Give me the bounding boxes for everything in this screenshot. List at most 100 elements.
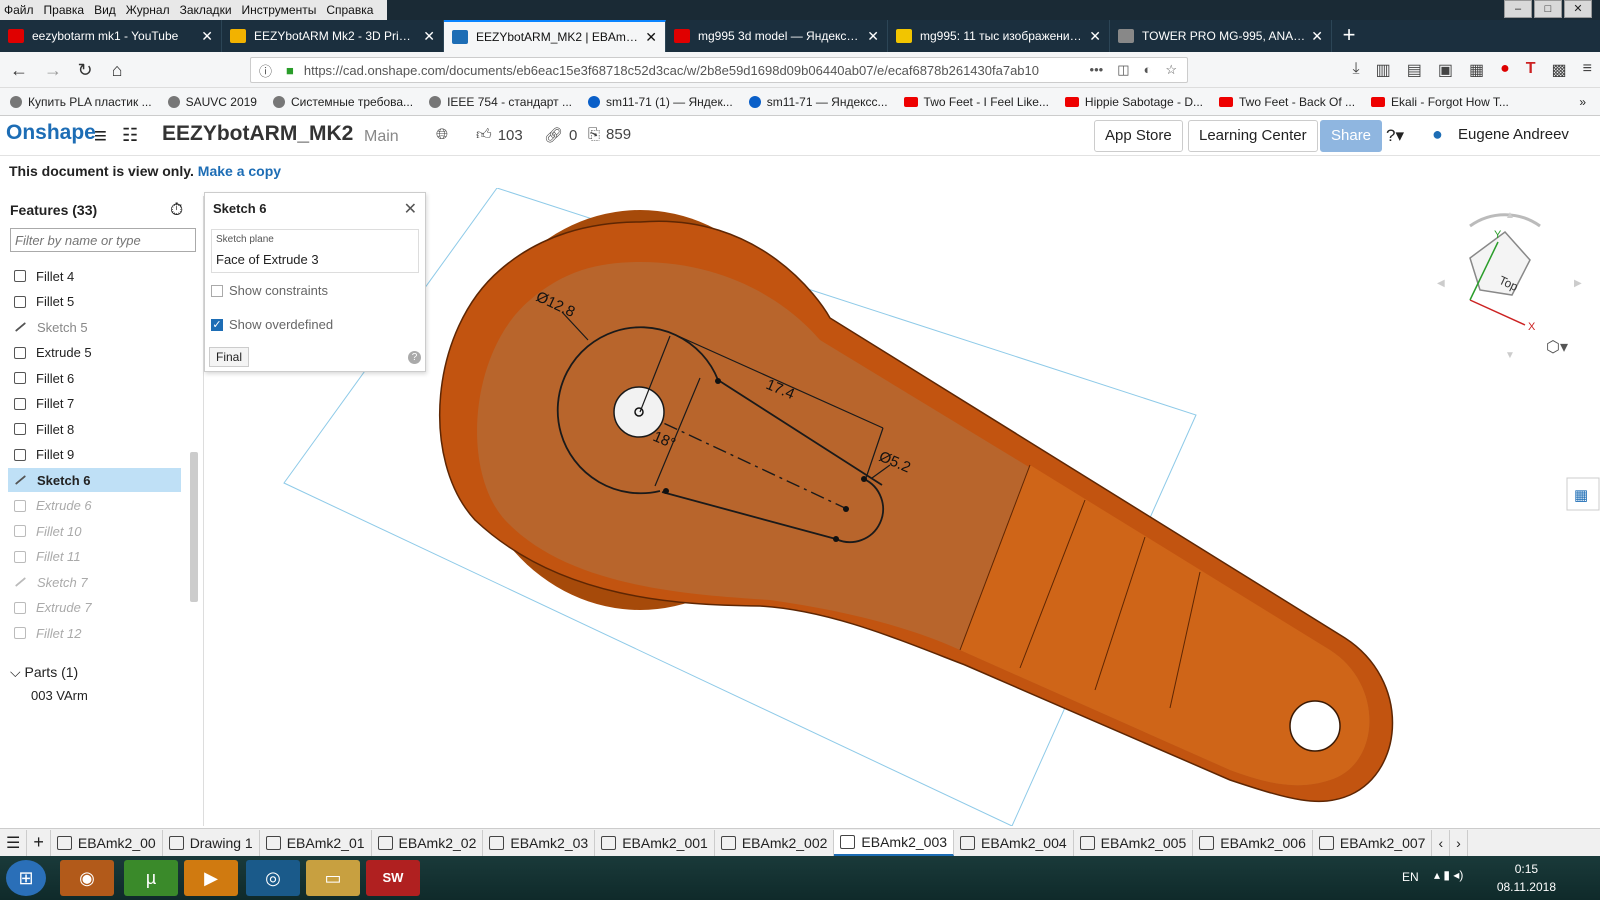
menu-item[interactable]: Журнал	[126, 3, 170, 17]
translate-icon[interactable]: T	[1526, 60, 1536, 80]
page-actions-icon[interactable]: •••	[1090, 62, 1104, 78]
solidworks-icon[interactable]: SW	[366, 860, 420, 896]
document-tab[interactable]: EBAmk2_002	[715, 829, 835, 856]
bookmark-item[interactable]: Системные требова...	[272, 95, 413, 109]
more-bookmarks-icon[interactable]: »	[1579, 95, 1586, 109]
rollback-timer-icon[interactable]: ⏱︎	[170, 200, 183, 220]
document-tab[interactable]: EBAmk2_02	[372, 829, 484, 856]
browser-tab[interactable]: eezybotarm mk1 - YouTube ✕	[0, 20, 222, 52]
close-tab-icon[interactable]: ✕	[1311, 28, 1323, 45]
copies[interactable]: ⎘ 859	[588, 126, 631, 143]
bookmark-item[interactable]: sm11-71 — Яндексс...	[748, 95, 888, 109]
document-tab[interactable]: EBAmk2_007	[1313, 829, 1433, 856]
show-constraints-option[interactable]: Show constraints	[211, 283, 328, 298]
reload-icon[interactable]: ↻	[72, 58, 98, 82]
close-tab-icon[interactable]: ✕	[423, 28, 435, 45]
arrow-up-icon[interactable]: ▲	[1505, 210, 1515, 221]
bookmark-item[interactable]: Two Feet - Back Of ...	[1219, 95, 1355, 109]
bookmark-star-icon[interactable]: ☆	[1165, 62, 1177, 78]
bookmark-item[interactable]: Hippie Sabotage - D...	[1064, 95, 1203, 109]
share-button[interactable]: Share	[1320, 120, 1383, 152]
document-name[interactable]: EEZYbotARM_MK2	[162, 122, 353, 146]
menu-item[interactable]: Файл	[4, 3, 34, 17]
close-tab-icon[interactable]: ✕	[645, 29, 657, 46]
menu-item[interactable]: Вид	[94, 3, 116, 17]
make-copy-link[interactable]: Make a copy	[198, 163, 281, 179]
feature-item[interactable]: Fillet 4	[8, 264, 181, 288]
feature-item[interactable]: Fillet 11	[8, 545, 181, 569]
help-icon[interactable]: ?	[408, 351, 421, 364]
document-tab[interactable]: Drawing 1	[163, 829, 260, 856]
feature-item[interactable]: Sketch 6	[8, 468, 181, 492]
add-tab-icon[interactable]: +	[27, 829, 51, 856]
bookmark-item[interactable]: SAUVC 2019	[167, 95, 257, 109]
document-tab[interactable]: EBAmk2_001	[595, 829, 715, 856]
help-icon[interactable]: ?▾	[1386, 126, 1404, 146]
download-icon[interactable]: ⤓	[1353, 60, 1360, 80]
back-icon[interactable]: ←	[6, 58, 32, 82]
document-tab[interactable]: EBAmk2_00	[51, 829, 163, 856]
feature-item[interactable]: Fillet 12	[8, 621, 181, 645]
feature-item[interactable]: Sketch 7	[8, 570, 181, 594]
learning-center-button[interactable]: Learning Center	[1188, 120, 1318, 152]
branch-name[interactable]: Main	[364, 128, 399, 146]
user-name[interactable]: Eugene Andreev	[1458, 126, 1569, 143]
globe-icon[interactable]: 🌐︎	[436, 126, 448, 143]
scroll-right-icon[interactable]: ›	[1450, 829, 1468, 856]
hamburger-menu-icon[interactable]: ≡	[1583, 60, 1592, 80]
home-icon[interactable]: ⌂	[104, 58, 130, 82]
app-store-button[interactable]: App Store	[1094, 120, 1183, 152]
show-overdefined-checkbox[interactable]: ✓	[211, 318, 223, 331]
start-button[interactable]: ⊞	[6, 860, 46, 896]
feature-item[interactable]: Extrude 5	[8, 341, 181, 365]
browser-tab[interactable]: EEZYbotARM_MK2 | EBAmk2_003 ✕	[444, 20, 666, 52]
filter-input[interactable]	[10, 228, 196, 252]
final-button[interactable]: Final	[209, 347, 250, 367]
feature-list-icon[interactable]: ☷	[122, 125, 138, 146]
adblock-icon[interactable]: ●	[1500, 60, 1510, 80]
sketch-plane-field[interactable]: Sketch plane Face of Extrude 3	[211, 229, 419, 273]
url-text[interactable]: https://cad.onshape.com/documents/eb6eac…	[304, 63, 1090, 78]
forward-icon[interactable]: →	[40, 58, 66, 82]
document-tab[interactable]: EBAmk2_004	[954, 829, 1074, 856]
extension-icon[interactable]: ▩	[1552, 60, 1567, 80]
hamburger-icon[interactable]: ≡	[94, 123, 107, 149]
minimize-button[interactable]: –	[1504, 0, 1532, 18]
likes[interactable]: 👍︎ 103	[476, 126, 523, 144]
parts-header[interactable]: ⌵ Parts (1)	[10, 664, 78, 681]
onshape-logo[interactable]: Onshape	[6, 121, 96, 145]
feature-item[interactable]: Fillet 9	[8, 443, 181, 467]
bookmark-item[interactable]: Купить PLA пластик ...	[10, 95, 152, 109]
screenshot-icon[interactable]: ▣	[1438, 60, 1453, 80]
feature-item[interactable]: Extrude 6	[8, 494, 181, 518]
part-item[interactable]: 003 VArm	[31, 688, 88, 703]
menu-item[interactable]: Справка	[326, 3, 373, 17]
menu-item[interactable]: Правка	[44, 3, 85, 17]
document-tab[interactable]: EBAmk2_003	[834, 829, 955, 856]
close-window-button[interactable]: ✕	[1564, 0, 1592, 18]
tab-list-icon[interactable]: ☰	[0, 829, 28, 856]
feature-scrollbar[interactable]	[188, 256, 200, 656]
library-icon[interactable]: ▥	[1376, 60, 1391, 80]
clock[interactable]: 0:15 08.11.2018	[1497, 860, 1556, 896]
info-icon[interactable]: ⓘ	[259, 61, 272, 80]
bookmark-item[interactable]: sm11-71 (1) — Яндек...	[588, 95, 733, 109]
configurations-icon[interactable]: ▦	[1574, 487, 1588, 504]
maximize-button[interactable]: □	[1534, 0, 1562, 18]
close-tab-icon[interactable]: ✕	[201, 28, 213, 45]
new-tab-icon[interactable]: +	[1332, 20, 1366, 52]
document-tab[interactable]: EBAmk2_005	[1074, 829, 1194, 856]
show-overdefined-option[interactable]: ✓ Show overdefined	[211, 317, 333, 332]
close-tab-icon[interactable]: ✕	[867, 28, 879, 45]
feature-item[interactable]: Fillet 6	[8, 366, 181, 390]
menu-item[interactable]: Инструменты	[242, 3, 317, 17]
explorer-icon[interactable]: ▭	[306, 860, 360, 896]
arrow-right-icon[interactable]: ▶	[1574, 278, 1582, 289]
network-icon[interactable]: ◎	[246, 860, 300, 896]
close-tab-icon[interactable]: ✕	[1089, 28, 1101, 45]
feature-item[interactable]: Fillet 10	[8, 519, 181, 543]
language-indicator[interactable]: EN	[1402, 870, 1419, 884]
document-tab[interactable]: EBAmk2_03	[483, 829, 596, 856]
firefox-icon[interactable]: ◉	[60, 860, 114, 896]
close-icon[interactable]: ✕	[404, 199, 417, 219]
